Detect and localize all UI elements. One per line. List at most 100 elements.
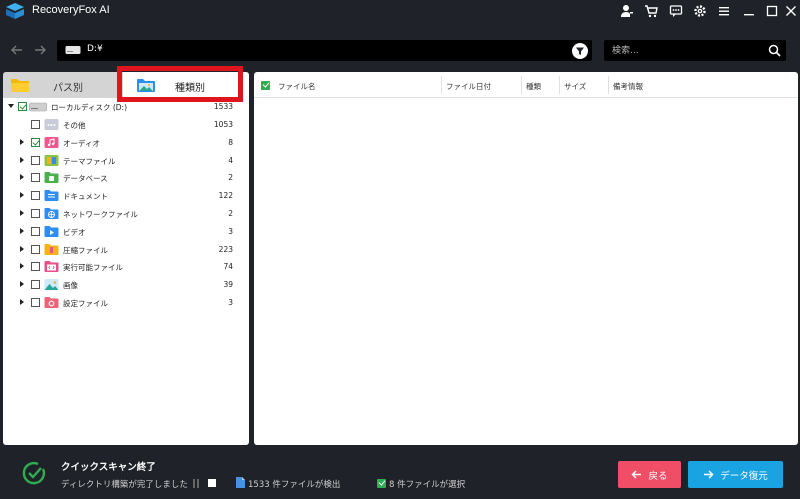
close-icon[interactable] bbox=[783, 3, 799, 19]
column-divider bbox=[559, 76, 560, 94]
category-checkbox[interactable] bbox=[31, 244, 40, 254]
expand-caret-icon[interactable] bbox=[20, 263, 24, 270]
back-button[interactable]: 戻る bbox=[618, 461, 681, 488]
category-checkbox[interactable] bbox=[31, 155, 40, 165]
select-all-checkbox[interactable] bbox=[261, 81, 270, 90]
category-label: その他 bbox=[63, 121, 86, 130]
tree-row-category[interactable]: 実行可能ファイル 74 bbox=[3, 258, 249, 275]
tree-row-category[interactable]: ネットワークファイル 2 bbox=[3, 205, 249, 222]
forward-arrow-icon[interactable] bbox=[32, 42, 48, 58]
file-table-header: ファイル名 ファイル日付 種類 サイズ 備考情報 bbox=[254, 72, 798, 98]
feedback-icon[interactable] bbox=[668, 3, 684, 19]
current-path: D:¥ bbox=[87, 44, 103, 54]
view-tabs: パス別 種類別 bbox=[3, 72, 249, 98]
column-notes[interactable]: 備考情報 bbox=[613, 81, 643, 92]
restore-button[interactable]: データ復元 bbox=[688, 461, 783, 488]
category-checkbox[interactable] bbox=[31, 120, 40, 129]
column-file-date[interactable]: ファイル日付 bbox=[446, 81, 491, 92]
database-file-icon bbox=[44, 172, 59, 184]
tree-row-category[interactable]: オーディオ 8 bbox=[3, 134, 249, 151]
category-count: 4 bbox=[228, 155, 233, 165]
category-count: 3 bbox=[228, 226, 233, 236]
video-file-icon bbox=[44, 225, 59, 237]
files-found-count: 1533 件ファイルが検出 bbox=[248, 480, 341, 490]
category-count: 2 bbox=[228, 209, 233, 218]
title-bar: RecoveryFox AI bbox=[0, 0, 800, 22]
search-box[interactable] bbox=[604, 40, 786, 61]
root-count: 1533 bbox=[213, 102, 233, 111]
user-key-icon[interactable] bbox=[619, 3, 635, 19]
category-count: 74 bbox=[223, 262, 233, 272]
file-list-panel: ファイル名 ファイル日付 種類 サイズ 備考情報 bbox=[254, 72, 798, 445]
expand-caret-icon[interactable] bbox=[20, 227, 24, 234]
other-files-icon bbox=[44, 119, 59, 130]
tree-row-category[interactable]: 設定ファイル 3 bbox=[3, 294, 249, 311]
column-file-name[interactable]: ファイル名 bbox=[278, 81, 316, 92]
expand-caret-icon[interactable] bbox=[20, 299, 24, 305]
column-size[interactable]: サイズ bbox=[564, 81, 586, 92]
pause-icon[interactable] bbox=[192, 479, 200, 488]
tree-row-category[interactable]: その他 1053 bbox=[3, 116, 249, 133]
tree-row-category[interactable]: データベース 2 bbox=[3, 169, 249, 186]
tree-row-category[interactable]: ドキュメント 122 bbox=[3, 187, 249, 204]
category-checkbox[interactable] bbox=[31, 280, 40, 290]
root-checkbox[interactable] bbox=[18, 102, 27, 111]
menu-icon[interactable] bbox=[716, 3, 732, 19]
tree-row-category[interactable]: テーマファイル 4 bbox=[3, 152, 249, 169]
category-checkbox[interactable] bbox=[31, 209, 40, 218]
category-checkbox[interactable] bbox=[31, 262, 40, 272]
expand-caret-icon[interactable] bbox=[20, 210, 24, 216]
folder-icon bbox=[11, 79, 29, 92]
back-button-label: 戻る bbox=[648, 470, 668, 482]
category-checkbox[interactable] bbox=[31, 173, 40, 183]
category-count: 2 bbox=[228, 173, 233, 183]
config-file-icon bbox=[44, 297, 59, 308]
tree-row-category[interactable]: ビデオ 3 bbox=[3, 223, 249, 240]
maximize-icon[interactable] bbox=[764, 3, 780, 19]
local-disk-icon bbox=[29, 102, 47, 112]
stop-icon[interactable] bbox=[208, 479, 216, 487]
category-label: ネットワークファイル bbox=[63, 210, 138, 219]
arrow-left-icon bbox=[631, 470, 642, 479]
expand-caret-icon[interactable] bbox=[20, 281, 24, 288]
tab-by-type[interactable]: 種類別 bbox=[123, 72, 249, 98]
category-label: オーディオ bbox=[63, 138, 100, 148]
settings-icon[interactable] bbox=[692, 3, 708, 19]
category-checkbox[interactable] bbox=[31, 137, 40, 147]
expand-caret-icon[interactable] bbox=[20, 156, 24, 163]
category-checkbox[interactable] bbox=[31, 226, 40, 236]
column-divider bbox=[441, 76, 442, 94]
back-arrow-icon[interactable] bbox=[9, 42, 25, 58]
expand-caret-icon[interactable] bbox=[20, 192, 24, 199]
filter-icon bbox=[576, 47, 584, 55]
expand-caret-icon[interactable] bbox=[20, 245, 24, 252]
path-bar[interactable]: D:¥ bbox=[57, 40, 592, 61]
tree-row-category[interactable]: 画像 39 bbox=[3, 276, 249, 293]
cart-icon[interactable] bbox=[643, 3, 659, 19]
restore-button-label: データ復元 bbox=[720, 470, 768, 482]
scan-status-subtitle: ディレクトリ構築が完了しました bbox=[61, 480, 188, 490]
arrow-right-icon bbox=[704, 470, 714, 479]
tree-row-root[interactable]: ローカルディスク (D:) 1533 bbox=[3, 98, 249, 115]
app-logo-icon bbox=[6, 3, 24, 19]
search-icon[interactable] bbox=[768, 44, 781, 57]
category-panel: パス別 種類別 ローカルディスク (D:) 1533 その他 1053 オーディオ 8… bbox=[3, 72, 249, 445]
expand-caret-icon[interactable] bbox=[20, 138, 24, 145]
files-selected-count: 8 件ファイルが選択 bbox=[389, 480, 466, 490]
document-file-icon bbox=[44, 190, 59, 202]
search-input[interactable] bbox=[612, 42, 762, 59]
column-type[interactable]: 種類 bbox=[526, 81, 541, 92]
tree-row-category[interactable]: 圧縮ファイル 223 bbox=[3, 241, 249, 258]
category-checkbox[interactable] bbox=[31, 298, 40, 307]
expand-caret-icon[interactable] bbox=[8, 104, 14, 108]
minimize-icon[interactable] bbox=[741, 3, 757, 19]
expand-caret-icon[interactable] bbox=[20, 174, 24, 181]
tab-by-path[interactable]: パス別 bbox=[3, 72, 123, 98]
category-checkbox[interactable] bbox=[31, 191, 40, 201]
category-label: データベース bbox=[63, 174, 108, 184]
executable-file-icon bbox=[44, 261, 59, 273]
category-label: 画像 bbox=[63, 281, 78, 291]
filter-button[interactable] bbox=[572, 43, 588, 59]
category-label: 実行可能ファイル bbox=[63, 263, 123, 273]
file-found-icon bbox=[236, 477, 245, 488]
